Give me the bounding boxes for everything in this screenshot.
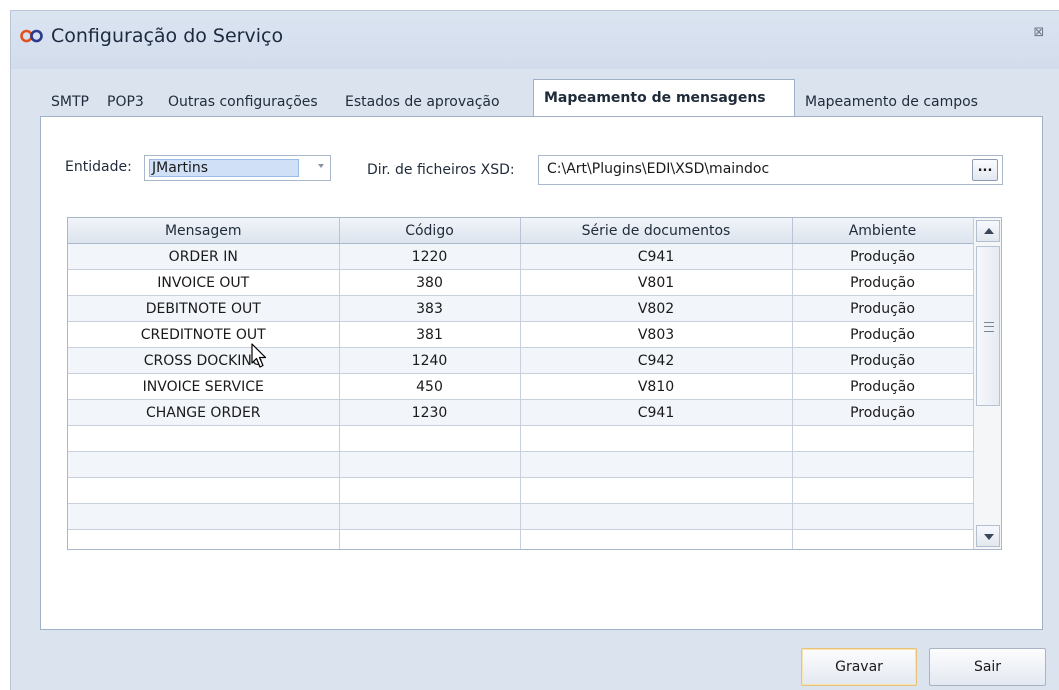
- cell-ambiente[interactable]: Produção: [792, 373, 974, 400]
- save-button[interactable]: Gravar: [801, 648, 917, 686]
- cell-ambiente[interactable]: Produção: [792, 347, 974, 374]
- empty-row[interactable]: [68, 451, 974, 478]
- tab-mapeamento-de-mensagens[interactable]: Mapeamento de mensagens: [533, 79, 795, 117]
- entity-label: Entidade:: [65, 159, 132, 175]
- messages-grid: Mensagem Código Série de documentos Ambi…: [67, 217, 1002, 550]
- cell-codigo[interactable]: 380: [339, 269, 521, 296]
- empty-row[interactable]: [68, 529, 974, 549]
- scroll-up-button[interactable]: [976, 220, 1000, 242]
- cell-serie[interactable]: C941: [520, 399, 793, 426]
- cell-mensagem[interactable]: CREDITNOTE OUT: [68, 321, 340, 348]
- table-row[interactable]: CHANGE ORDER 1230 C941 Produção: [68, 399, 974, 426]
- cell-mensagem[interactable]: INVOICE OUT: [68, 269, 340, 296]
- tab-estados-de-aprovacao[interactable]: Estados de aprovação: [335, 87, 510, 117]
- cell-mensagem[interactable]: CROSS DOCKING: [68, 347, 340, 374]
- column-header-mensagem[interactable]: Mensagem: [68, 218, 340, 244]
- xsd-dir-label: Dir. de ficheiros XSD:: [367, 162, 515, 178]
- cell-codigo[interactable]: 381: [339, 321, 521, 348]
- cell-ambiente[interactable]: Produção: [792, 399, 974, 426]
- tab-mapeamento-de-campos[interactable]: Mapeamento de campos: [795, 87, 988, 117]
- cell-ambiente[interactable]: Produção: [792, 321, 974, 348]
- tab-outras-configuracoes[interactable]: Outras configurações: [158, 87, 328, 117]
- cell-codigo[interactable]: 1230: [339, 399, 521, 426]
- cell-serie[interactable]: V803: [520, 321, 793, 348]
- empty-row[interactable]: [68, 477, 974, 504]
- chevron-down-icon[interactable]: [318, 164, 324, 168]
- cell-ambiente[interactable]: Produção: [792, 269, 974, 296]
- grid-vertical-scrollbar[interactable]: [973, 218, 1001, 549]
- cell-serie[interactable]: C942: [520, 347, 793, 374]
- browse-button[interactable]: ...: [972, 159, 998, 181]
- messages-mapping-panel: Entidade: JMartins Dir. de ficheiros XSD…: [40, 116, 1043, 630]
- mouse-pointer-icon: [251, 343, 267, 368]
- xsd-dir-field[interactable]: C:\Art\Plugins\EDI\XSD\maindoc ...: [538, 155, 1003, 185]
- entity-select[interactable]: JMartins: [144, 155, 331, 181]
- table-row[interactable]: INVOICE SERVICE 450 V810 Produção: [68, 373, 974, 400]
- cell-serie[interactable]: C941: [520, 243, 793, 270]
- service-config-window: Configuração do Serviço ⊠ SMTP POP3 Outr…: [10, 10, 1059, 690]
- table-row[interactable]: INVOICE OUT 380 V801 Produção: [68, 269, 974, 296]
- column-header-serie[interactable]: Série de documentos: [520, 218, 793, 244]
- empty-row[interactable]: [68, 503, 974, 530]
- window-title: Configuração do Serviço: [51, 25, 284, 47]
- table-row[interactable]: CREDITNOTE OUT 381 V803 Produção: [68, 321, 974, 348]
- scrollbar-thumb[interactable]: [976, 246, 1000, 406]
- arrow-up-icon: [984, 228, 994, 234]
- cell-serie[interactable]: V801: [520, 269, 793, 296]
- cell-mensagem[interactable]: ORDER IN: [68, 243, 340, 270]
- tab-pop3[interactable]: POP3: [97, 87, 154, 117]
- cell-codigo[interactable]: 450: [339, 373, 521, 400]
- cell-mensagem[interactable]: INVOICE SERVICE: [68, 373, 340, 400]
- cell-codigo[interactable]: 383: [339, 295, 521, 322]
- infinity-logo-icon: [20, 29, 43, 43]
- tab-smtp[interactable]: SMTP: [41, 87, 99, 117]
- table-row[interactable]: DEBITNOTE OUT 383 V802 Produção: [68, 295, 974, 322]
- cell-serie[interactable]: V810: [520, 373, 793, 400]
- exit-button[interactable]: Sair: [929, 648, 1046, 686]
- cell-serie[interactable]: V802: [520, 295, 793, 322]
- grid-header-row: Mensagem Código Série de documentos Ambi…: [68, 218, 974, 244]
- column-header-ambiente[interactable]: Ambiente: [792, 218, 974, 244]
- cell-ambiente[interactable]: Produção: [792, 243, 974, 270]
- cell-mensagem[interactable]: DEBITNOTE OUT: [68, 295, 340, 322]
- table-row[interactable]: ORDER IN 1220 C941 Produção: [68, 243, 974, 270]
- close-button[interactable]: ⊠: [1031, 25, 1047, 41]
- title-bar: Configuração do Serviço ⊠: [11, 11, 1059, 69]
- messages-table: Mensagem Código Série de documentos Ambi…: [68, 218, 974, 549]
- entity-selected-value: JMartins: [149, 159, 299, 177]
- arrow-down-icon: [984, 534, 994, 540]
- scroll-down-button[interactable]: [976, 525, 1000, 547]
- table-row[interactable]: CROSS DOCKING 1240 C942 Produção: [68, 347, 974, 374]
- empty-row[interactable]: [68, 425, 974, 452]
- cell-mensagem[interactable]: CHANGE ORDER: [68, 399, 340, 426]
- cell-codigo[interactable]: 1240: [339, 347, 521, 374]
- xsd-dir-value: C:\Art\Plugins\EDI\XSD\maindoc: [547, 161, 770, 177]
- grip-icon: [984, 322, 994, 332]
- cell-codigo[interactable]: 1220: [339, 243, 521, 270]
- column-header-codigo[interactable]: Código: [339, 218, 521, 244]
- cell-ambiente[interactable]: Produção: [792, 295, 974, 322]
